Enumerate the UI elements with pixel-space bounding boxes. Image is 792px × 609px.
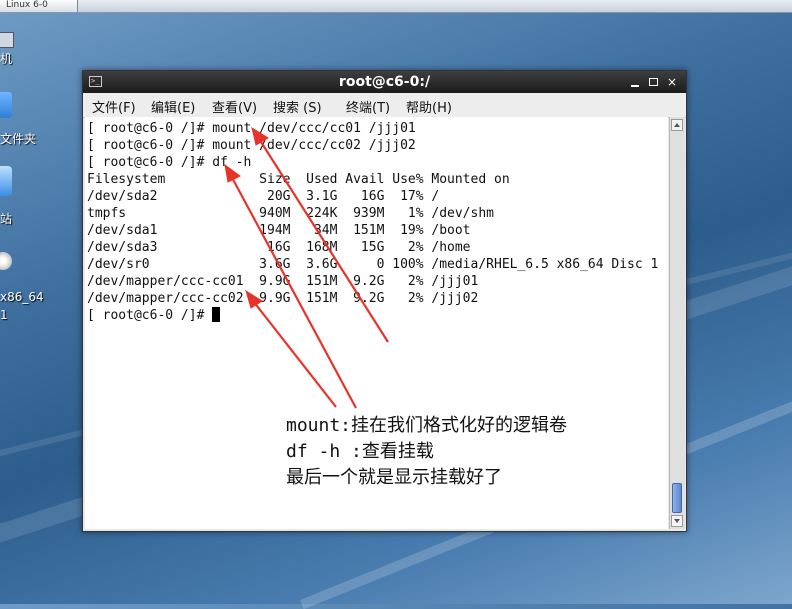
maximize-icon [649,78,658,86]
terminal-line: tmpfs 940M 224K 939M 1% /dev/shm [87,206,494,221]
terminal-line: /dev/sda3 16G 168M 15G 2% /home [87,240,471,255]
scroll-down-button[interactable] [671,515,683,527]
terminal-line: [ root@c6-0 /]# df -h [87,155,252,170]
terminal-prompt-line: [ root@c6-0 /]# [87,307,221,324]
menu-file[interactable]: 文件(F) [92,97,136,116]
scroll-up-button[interactable] [671,119,683,131]
desktop-icon-label: 站 [0,212,13,226]
annotation-line-3: 最后一个就是显示挂载好了 [286,467,502,488]
maximize-button[interactable] [646,75,660,89]
terminal-line: /dev/mapper/ccc-cc01 9.9G 151M 9.2G 2% /… [87,274,479,289]
close-button[interactable]: × [665,75,679,89]
menu-edit[interactable]: 编辑(E) [151,97,195,116]
scroll-thumb[interactable] [672,483,682,513]
background-window-titlebar: Linux 6-0 [0,0,792,13]
menu-search[interactable]: 搜索 (S) [273,97,322,116]
desktop-icon-label-2: 1 [0,308,8,322]
terminal-line: Filesystem Size Used Avail Use% Mounted … [87,172,510,187]
desktop-icon-label: x86_64 [0,290,44,304]
background-window-tab[interactable]: Linux 6-0 [0,0,78,12]
terminal-line: /dev/sda1 194M 34M 151M 19% /boot [87,223,471,238]
vertical-scrollbar[interactable] [669,117,685,529]
terminal-line: [ root@c6-0 /]# mount /dev/ccc/cc01 /jjj… [87,121,416,136]
menu-terminal[interactable]: 终端(T) [346,97,390,116]
disc-icon [0,252,12,270]
terminal-line: /dev/mapper/ccc-cc02 9.9G 151M 9.2G 2% /… [87,291,479,306]
folder-icon [0,92,12,118]
minimize-icon [631,85,639,87]
minimize-button[interactable] [628,75,642,89]
close-icon: × [666,75,678,89]
computer-icon [0,32,14,48]
menu-help[interactable]: 帮助(H) [406,97,452,116]
trash-icon [0,166,12,196]
terminal-cursor [212,307,221,322]
annotation-line-2: df -h :查看挂载 [286,441,434,462]
menu-view[interactable]: 查看(V) [212,97,257,116]
annotation-line-1: mount:挂在我们格式化好的逻辑卷 [286,415,568,436]
menu-bar: 文件(F) 编辑(E) 查看(V) 搜索 (S) 终端(T) 帮助(H) [83,93,686,118]
window-titlebar[interactable]: >_ root@c6-0:/ × [83,71,686,93]
terminal-prompt: [ root@c6-0 /]# [87,308,213,323]
desktop-icon-label: 文件夹 [0,132,37,146]
annotation-text: mount:挂在我们格式化好的逻辑卷 df -h :查看挂载 最后一个就是显示挂… [286,413,567,491]
window-title: root@c6-0:/ [338,74,431,90]
desktop-icon-label: 机 [0,52,13,66]
terminal-line: [ root@c6-0 /]# mount /dev/ccc/cc02 /jjj… [87,138,416,153]
terminal-line: /dev/sda2 20G 3.1G 16G 17% / [87,189,440,204]
terminal-line: /dev/sr0 3.6G 3.6G 0 100% /media/RHEL_6.… [87,257,659,272]
